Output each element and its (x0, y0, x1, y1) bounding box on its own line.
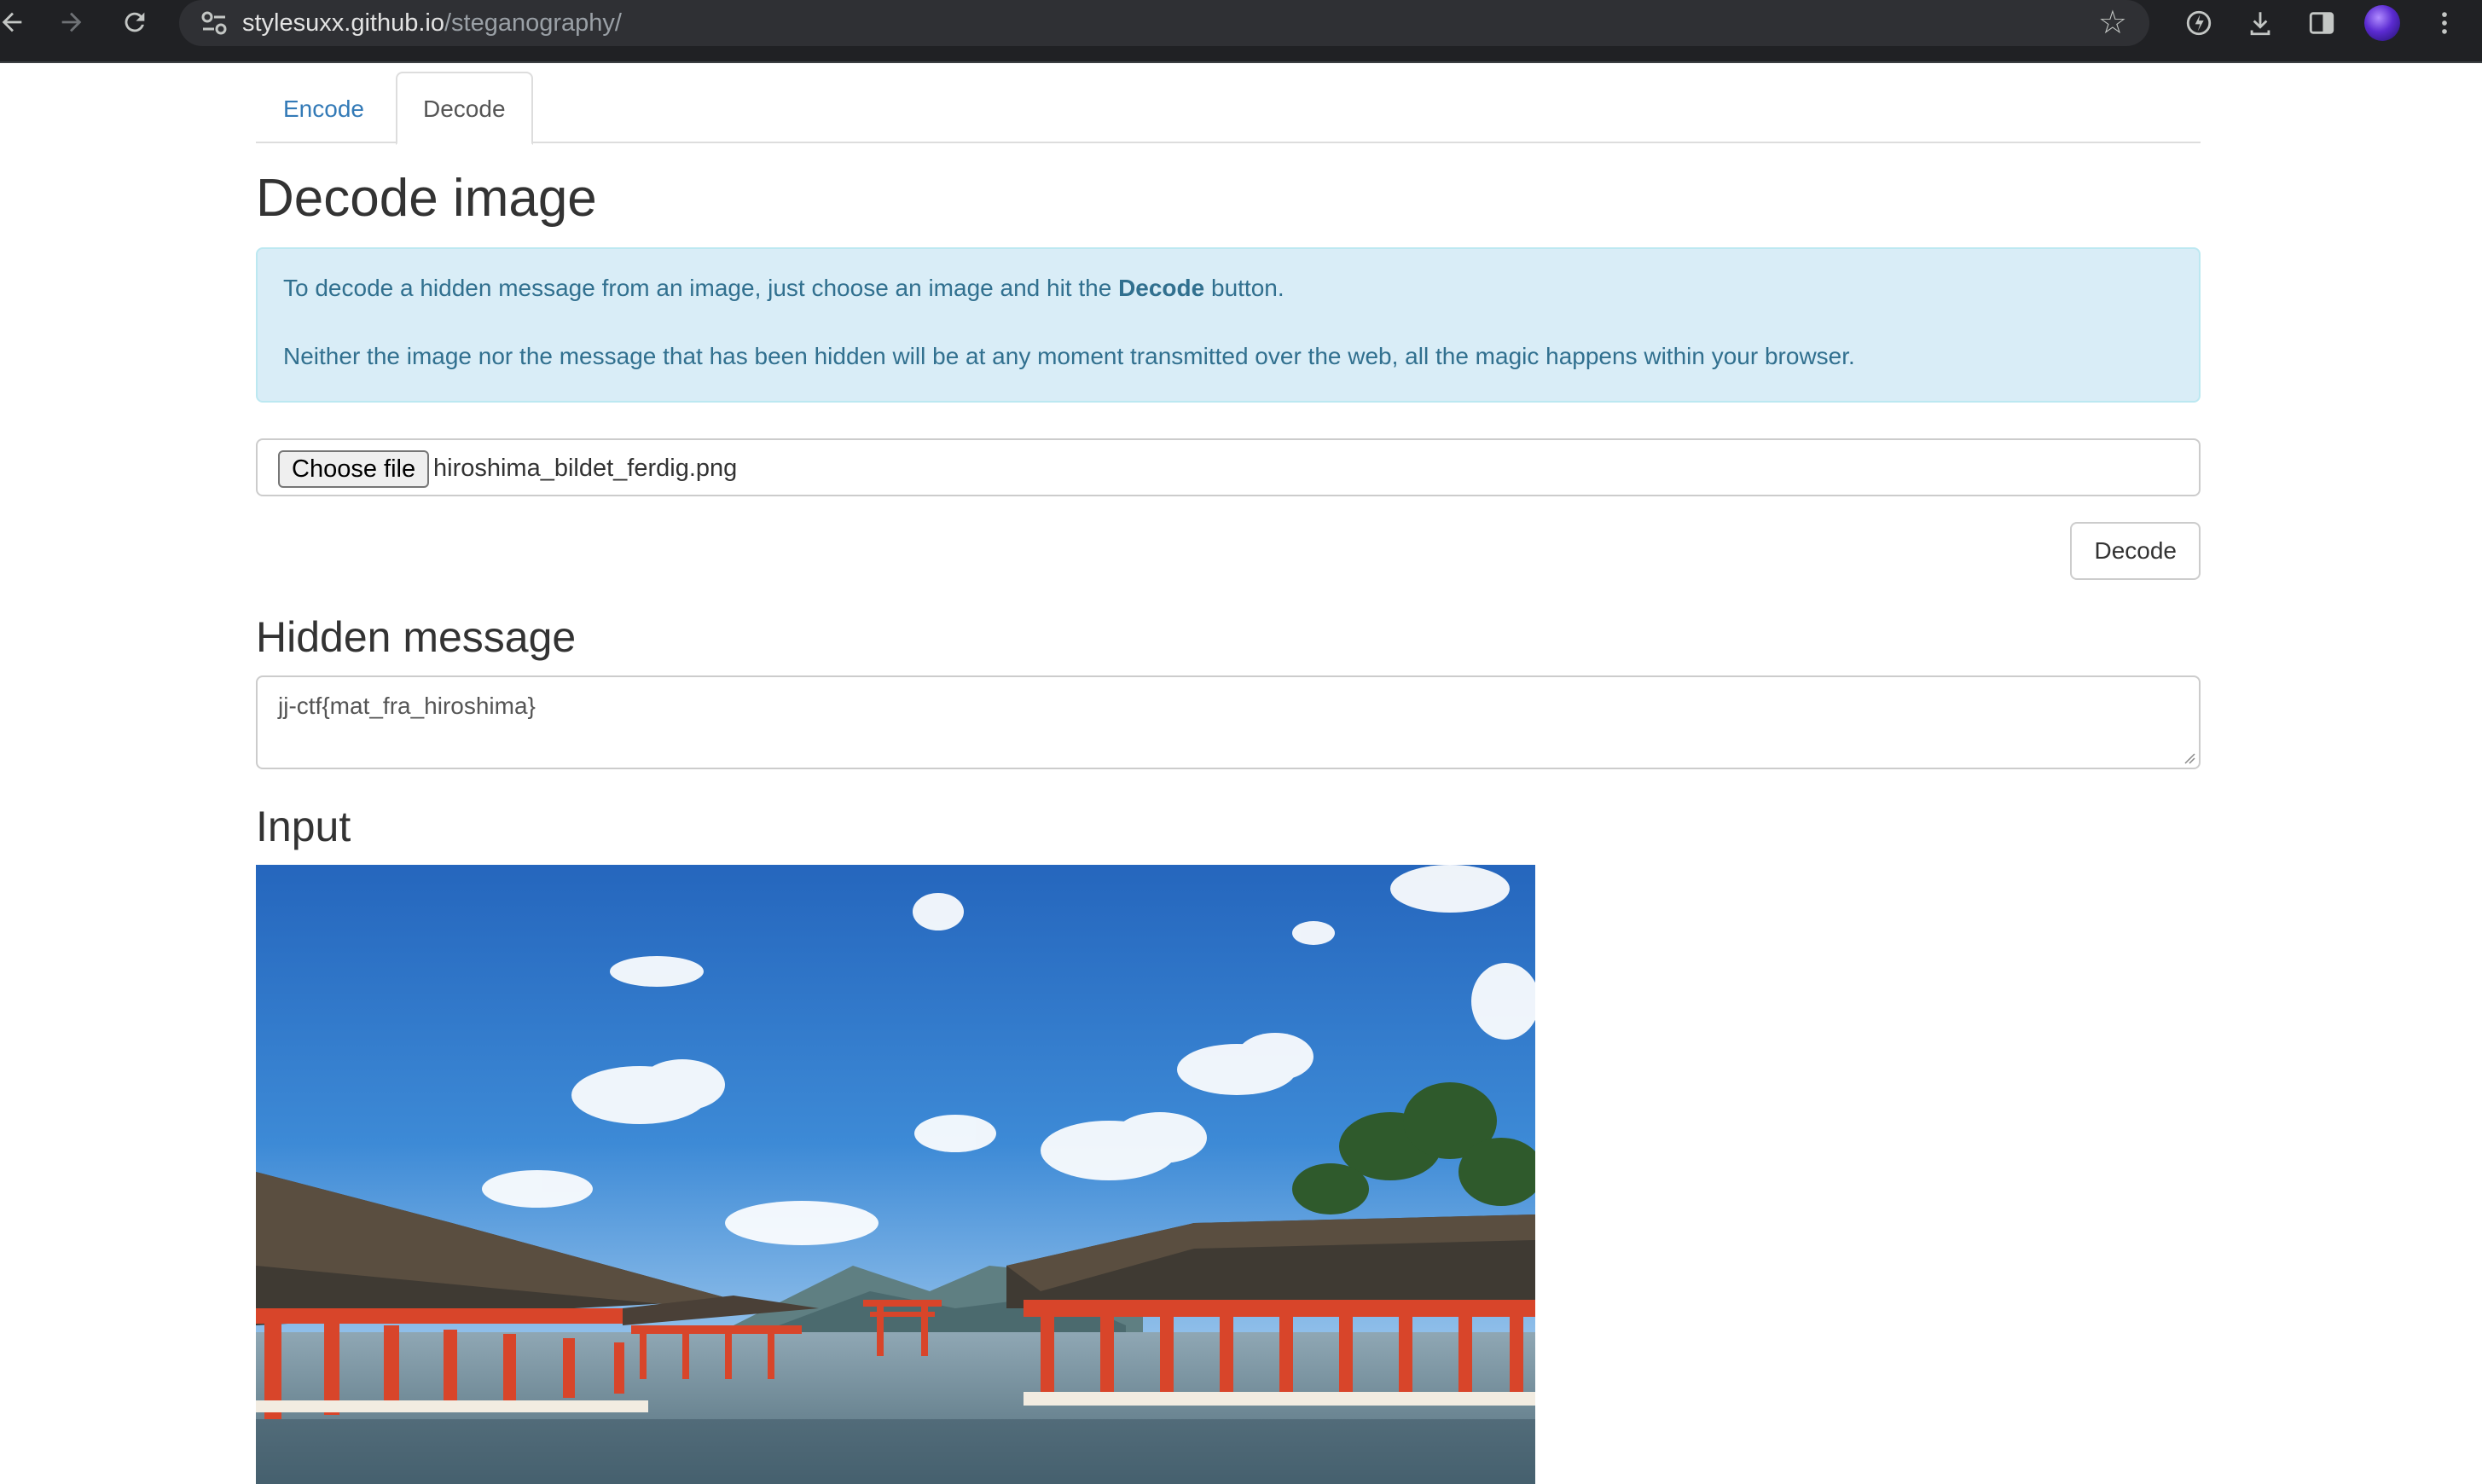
info-line-1: To decode a hidden message from an image… (283, 275, 1284, 302)
resize-handle-icon[interactable] (2182, 751, 2195, 764)
url-path: /steganography/ (444, 9, 622, 37)
page-title: Decode image (256, 169, 597, 228)
info-alert: To decode a hidden message from an image… (256, 247, 2201, 403)
selected-file-name: hiroshima_bildet_ferdig.png (433, 455, 738, 482)
arrow-left-icon (2, 12, 22, 32)
back-button[interactable] (0, 0, 38, 44)
reload-icon (125, 12, 145, 32)
info-line-2: Neither the image nor the message that h… (283, 343, 1855, 369)
hidden-message-value: jj-ctf{mat_fra_hiroshima} (278, 693, 536, 719)
forward-button[interactable] (46, 0, 97, 44)
site-settings-icon[interactable] (196, 7, 234, 39)
input-image (256, 865, 1535, 1484)
tab-decode[interactable]: Decode (396, 72, 533, 145)
file-input[interactable]: Choose file hiroshima_bildet_ferdig.png (256, 438, 2201, 496)
download-icon[interactable] (2238, 3, 2282, 43)
menu-icon[interactable] (2422, 3, 2467, 43)
info-line-1-start: To decode a hidden message from an image… (283, 275, 1119, 301)
shrine-photo (256, 865, 1535, 1484)
arrow-right-icon (61, 12, 82, 32)
reload-button[interactable] (109, 0, 160, 44)
decode-button[interactable]: Decode (2070, 522, 2201, 580)
choose-file-button[interactable]: Choose file (278, 450, 430, 488)
side-panel-icon[interactable] (2299, 3, 2344, 43)
tab-bar: Encode Decode (256, 68, 2201, 145)
address-bar[interactable]: stylesuxx.github.io/steganography/ ☆ (179, 0, 2149, 46)
url-host: stylesuxx.github.io (242, 9, 444, 37)
tab-encode[interactable]: Encode (256, 72, 391, 145)
star-icon[interactable]: ☆ (2098, 3, 2127, 43)
url-text[interactable]: stylesuxx.github.io/steganography/ (242, 7, 622, 39)
hidden-message-heading: Hidden message (256, 613, 577, 661)
browser-toolbar: stylesuxx.github.io/steganography/ ☆ (0, 0, 2482, 63)
extension-icon[interactable] (2177, 3, 2221, 43)
profile-avatar[interactable] (2364, 5, 2400, 41)
info-line-1-bold: Decode (1118, 275, 1205, 301)
input-heading: Input (256, 803, 351, 850)
hidden-message-textarea[interactable]: jj-ctf{mat_fra_hiroshima} (256, 675, 2201, 769)
info-line-1-end: button. (1204, 275, 1284, 301)
